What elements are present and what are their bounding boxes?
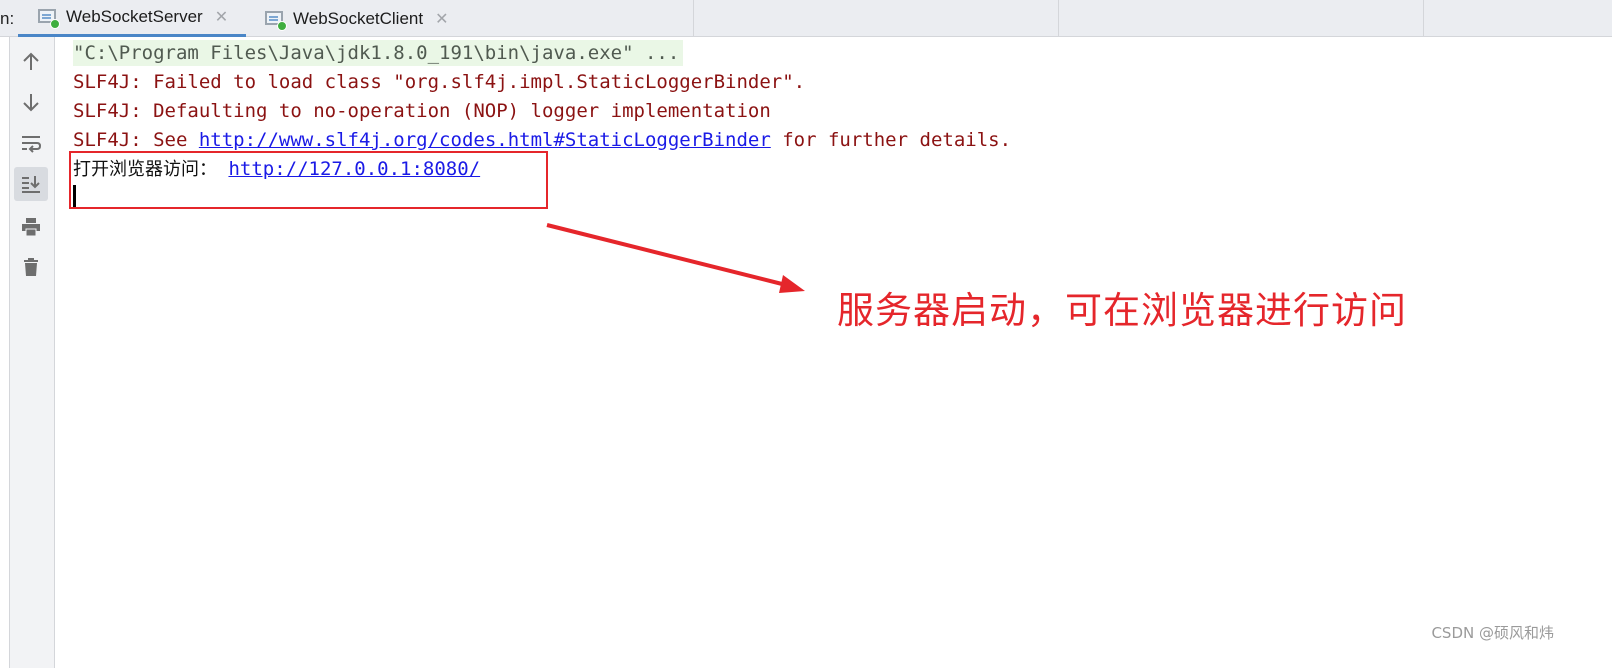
tab-divider [1423, 0, 1424, 37]
run-tab-bar: n: WebSocketServer ✕ WebSocketClient ✕ [0, 0, 1612, 37]
console-output[interactable]: "C:\Program Files\Java\jdk1.8.0_191\bin\… [56, 37, 1612, 668]
scroll-to-end-button[interactable] [14, 167, 48, 201]
annotation-arrow [546, 223, 805, 293]
slf4j-link[interactable]: http://www.slf4j.org/codes.html#StaticLo… [199, 129, 771, 151]
tab-divider [1058, 0, 1059, 37]
run-config-icon [265, 10, 287, 31]
close-icon[interactable]: ✕ [435, 9, 448, 29]
run-label: n: [0, 9, 15, 28]
up-stack-button[interactable] [14, 45, 48, 79]
highlight-box [69, 151, 548, 209]
up-arrow-icon [23, 52, 39, 70]
watermark: CSDN @硕风和炜 [1431, 624, 1554, 642]
tab-websocket-client[interactable]: WebSocketClient ✕ [245, 0, 465, 37]
console-toolbar [0, 37, 55, 668]
tab-label: WebSocketClient [293, 8, 424, 28]
print-button[interactable] [14, 210, 48, 244]
log-line-see: SLF4J: See http://www.slf4j.org/codes.ht… [73, 127, 1011, 153]
tab-label: WebSocketServer [66, 7, 203, 26]
command-line: "C:\Program Files\Java\jdk1.8.0_191\bin\… [73, 40, 684, 66]
tab-websocket-server[interactable]: WebSocketServer ✕ [18, 0, 246, 37]
log-text: for further details. [770, 129, 1012, 151]
log-line: SLF4J: Defaulting to no-operation (NOP) … [73, 100, 771, 122]
print-icon [22, 218, 40, 237]
tab-divider [693, 0, 694, 37]
clear-all-button[interactable] [14, 250, 48, 284]
soft-wrap-icon [22, 136, 42, 153]
annotation-text: 服务器启动，可在浏览器进行访问 [837, 289, 1407, 332]
scroll-to-end-icon [22, 176, 40, 193]
log-line: SLF4J: Failed to load class "org.slf4j.i… [73, 71, 806, 93]
down-arrow-icon [23, 94, 39, 112]
down-stack-button[interactable] [14, 85, 48, 119]
close-icon[interactable]: ✕ [215, 7, 228, 27]
trash-icon [24, 258, 38, 276]
log-text: SLF4J: See [73, 129, 199, 151]
soft-wrap-button[interactable] [14, 126, 48, 160]
run-config-icon [38, 9, 60, 29]
